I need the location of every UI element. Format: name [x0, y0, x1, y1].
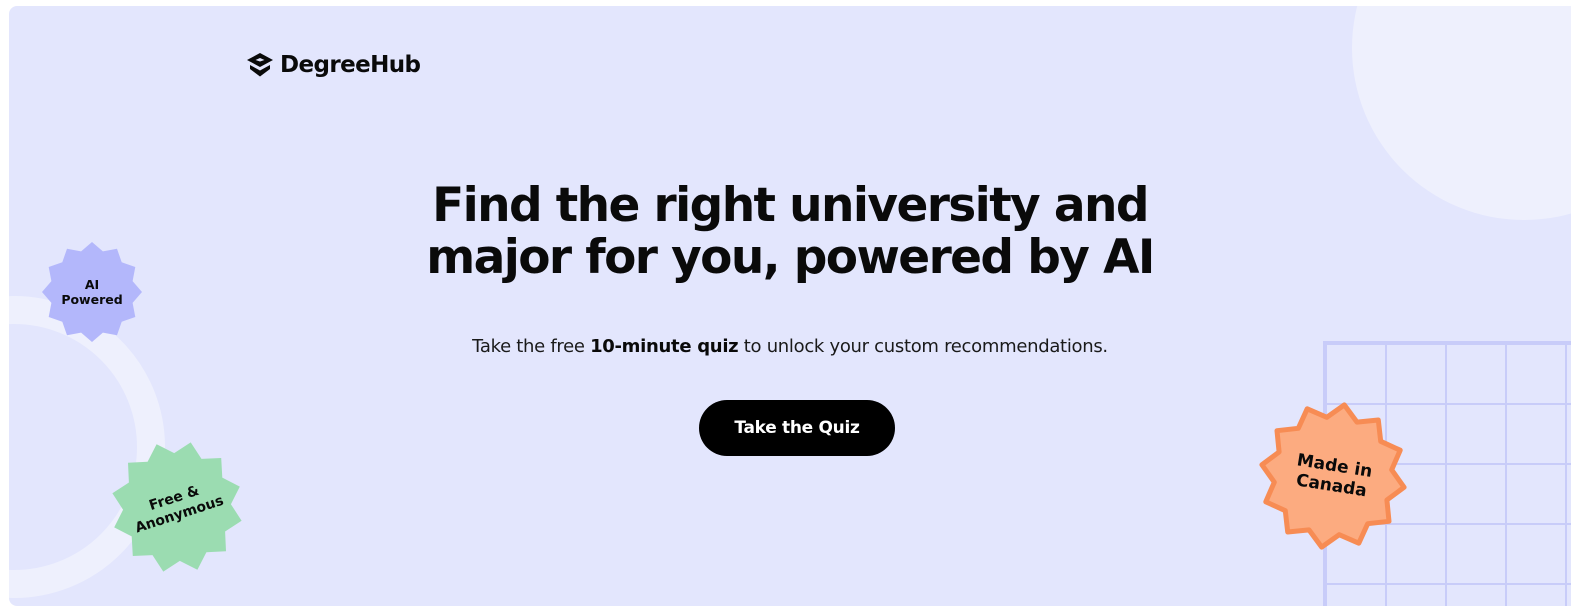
subtitle-highlight: 10-minute quiz	[590, 336, 739, 357]
hero-heading-line-2: major for you, powered by AI	[426, 230, 1155, 285]
hero-heading: Find the right university and major for …	[9, 180, 1571, 284]
made-in-canada-badge: Made in Canada	[1256, 399, 1410, 553]
hero-heading-line-1: Find the right university and	[432, 178, 1149, 233]
hero-section: DegreeHub Find the right university and …	[9, 6, 1571, 606]
graduation-cap-icon	[246, 52, 274, 78]
subtitle-text-start: Take the free	[472, 336, 591, 357]
badge-label: AI Powered	[61, 277, 123, 307]
badge-label: Made in Canada	[1294, 450, 1374, 502]
free-anonymous-badge: Free & Anonymous	[109, 439, 245, 575]
subtitle-text-end: to unlock your custom recommendations.	[738, 336, 1108, 357]
brand-logo-link[interactable]: DegreeHub	[246, 52, 421, 78]
take-quiz-button[interactable]: Take the Quiz	[699, 400, 895, 456]
brand-name: DegreeHub	[280, 52, 421, 78]
hero-subtitle: Take the free 10-minute quiz to unlock y…	[9, 336, 1571, 357]
ai-powered-badge: AI Powered	[40, 240, 144, 344]
